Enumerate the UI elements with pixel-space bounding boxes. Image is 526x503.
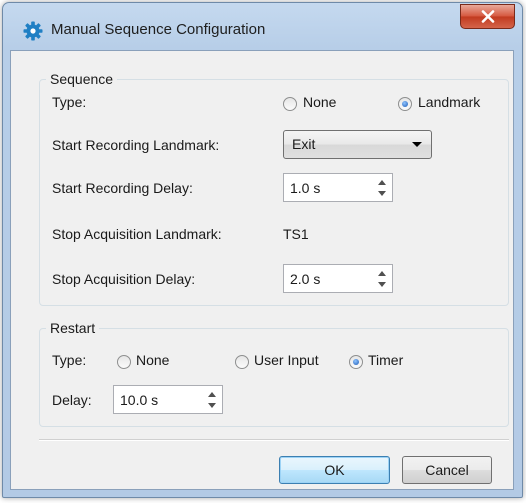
- restart-legend: Restart: [46, 320, 100, 336]
- gear-icon: [23, 21, 43, 41]
- radio-landmark-label[interactable]: Landmark: [418, 94, 480, 110]
- restart-delay-spinbox[interactable]: 10.0 s: [113, 385, 223, 414]
- dialog-window: Manual Sequence Configuration Sequence T…: [2, 2, 523, 498]
- start-recording-landmark-label: Start Recording Landmark:: [52, 137, 220, 153]
- radio-none-indicator[interactable]: [283, 97, 297, 111]
- restart-delay-value: 10.0 s: [120, 392, 159, 408]
- cancel-button[interactable]: Cancel: [402, 456, 492, 484]
- radio-none-label[interactable]: None: [303, 94, 336, 110]
- radio-user-input-indicator[interactable]: [235, 355, 249, 369]
- close-button[interactable]: [460, 4, 515, 29]
- restart-group: Restart: [39, 320, 509, 427]
- title-bar[interactable]: Manual Sequence Configuration: [3, 3, 522, 51]
- radio-none-label[interactable]: None: [136, 352, 169, 368]
- close-icon: [481, 10, 495, 23]
- stop-acquisition-landmark-label: Stop Acquisition Landmark:: [52, 226, 222, 242]
- radio-timer-indicator[interactable]: [349, 355, 363, 369]
- restart-delay-label: Delay:: [52, 392, 92, 408]
- restart-type-label: Type:: [52, 352, 87, 368]
- start-landmark-dropdown[interactable]: Exit: [283, 130, 432, 159]
- start-delay-spinbox[interactable]: 1.0 s: [283, 173, 393, 202]
- stop-delay-value: 2.0 s: [290, 271, 321, 287]
- window-title: Manual Sequence Configuration: [51, 21, 266, 38]
- radio-user-input-label[interactable]: User Input: [254, 352, 319, 368]
- spin-up-icon[interactable]: [208, 392, 216, 397]
- start-delay-value: 1.0 s: [290, 180, 321, 196]
- spin-up-icon[interactable]: [378, 180, 386, 185]
- radio-landmark-indicator[interactable]: [398, 97, 412, 111]
- sequence-legend: Sequence: [46, 71, 118, 87]
- stop-delay-spinbox[interactable]: 2.0 s: [283, 264, 393, 293]
- chevron-down-icon: [412, 142, 422, 147]
- radio-none-indicator[interactable]: [117, 355, 131, 369]
- sequence-type-label: Type:: [52, 94, 87, 110]
- spin-down-icon[interactable]: [378, 282, 386, 287]
- spin-up-icon[interactable]: [378, 271, 386, 276]
- radio-timer-label[interactable]: Timer: [368, 352, 403, 368]
- dialog-client-area: Sequence Type: None Landmark Start Recor…: [10, 50, 514, 490]
- spin-down-icon[interactable]: [378, 191, 386, 196]
- stop-acquisition-landmark-value: TS1: [283, 226, 309, 242]
- spin-down-icon[interactable]: [208, 403, 216, 408]
- ok-button[interactable]: OK: [279, 456, 390, 484]
- stop-acquisition-delay-label: Stop Acquisition Delay:: [52, 271, 196, 287]
- dropdown-selected-value: Exit: [292, 136, 316, 152]
- start-recording-delay-label: Start Recording Delay:: [52, 180, 193, 196]
- button-separator: [39, 439, 509, 441]
